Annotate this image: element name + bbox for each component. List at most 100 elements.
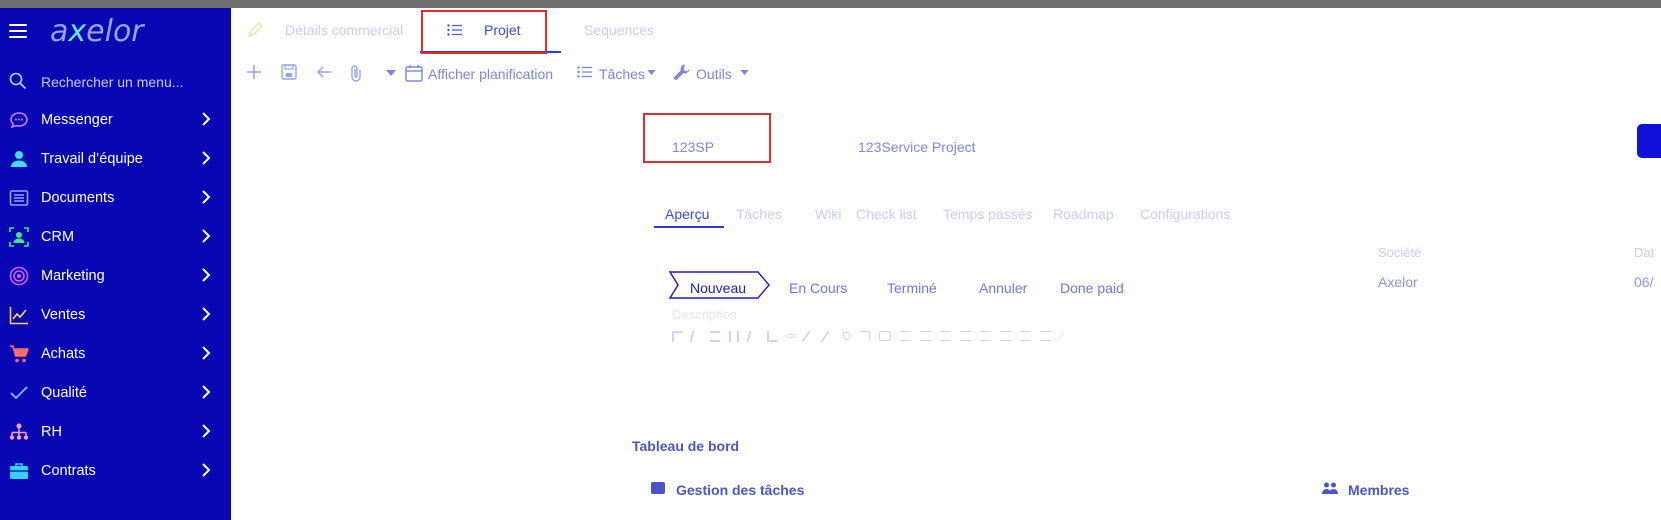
description-label: Description: [672, 307, 738, 322]
company-label: Société: [1378, 245, 1422, 260]
taches-menu-button[interactable]: Tâches: [599, 66, 645, 82]
sidebar-item-label: Ventes: [41, 307, 86, 323]
highlight-box-project-code: [643, 113, 771, 163]
subtab-configurations[interactable]: Configurations: [1140, 206, 1230, 222]
subtab-temps-passes[interactable]: Temps passés: [943, 206, 1032, 222]
external-link-icon[interactable]: [860, 331, 870, 341]
status-done-paid[interactable]: Done paid: [1060, 280, 1124, 296]
list-icon: [577, 66, 592, 78]
contact-card-icon: [9, 227, 29, 247]
chevron-right-icon: [202, 307, 211, 321]
color-drop-icon[interactable]: [843, 332, 851, 340]
hamburger-menu-icon[interactable]: [9, 24, 27, 38]
sidebar-item-label: Achats: [41, 346, 86, 362]
task-panel-icon: [651, 482, 665, 494]
sidebar-item-rh[interactable]: RH: [0, 413, 231, 449]
tab-details-commercial[interactable]: Détails commercial: [285, 22, 403, 38]
sidebar-item-label: Marketing: [41, 268, 105, 284]
chevron-right-icon: [202, 151, 211, 165]
status-termine[interactable]: Terminé: [887, 280, 937, 296]
align-right-icon[interactable]: [940, 331, 951, 341]
wrench-icon: [673, 64, 690, 80]
dashboard-title: Tableau de bord: [632, 438, 740, 454]
chevron-right-icon: [202, 463, 211, 477]
indent-icon[interactable]: [1020, 331, 1031, 341]
sidebar-item-marketing[interactable]: Marketing: [0, 257, 231, 293]
subtab-taches[interactable]: Tâches: [736, 206, 782, 222]
brush-icon[interactable]: [820, 330, 838, 342]
chevron-right-icon: [202, 346, 211, 360]
status-nouveau[interactable]: Nouveau: [690, 280, 746, 296]
shopping-cart-icon: [10, 345, 29, 363]
project-name-field[interactable]: 123Service Project: [858, 139, 976, 155]
add-icon[interactable]: [246, 64, 262, 80]
chevron-right-icon: [202, 424, 211, 438]
axelor-logo[interactable]: axelor: [50, 14, 144, 49]
camera-icon[interactable]: [879, 331, 891, 341]
checkmark-icon: [10, 386, 28, 400]
sidebar-item-crm[interactable]: CRM: [0, 218, 231, 254]
calendar-icon[interactable]: [405, 64, 423, 82]
tab-sequences[interactable]: Sequences: [584, 22, 654, 38]
italic-format-icon[interactable]: [746, 330, 760, 342]
align-center-icon[interactable]: [920, 331, 931, 341]
subtab-wiki[interactable]: Wiki: [815, 206, 841, 222]
clear-format-icon[interactable]: [1056, 330, 1074, 342]
briefcase-icon: [10, 463, 28, 479]
description-editor-toolbar: [672, 329, 1192, 343]
sidebar-item-ventes[interactable]: Ventes: [0, 296, 231, 332]
chat-bubble-icon: [10, 112, 28, 129]
sidebar-header: axelor: [0, 8, 231, 58]
sidebar-item-documents[interactable]: Documents: [0, 179, 231, 215]
document-list-icon: [9, 190, 29, 206]
members-panel-title: Membres: [1348, 482, 1410, 498]
sidebar-item-messenger[interactable]: Messenger: [0, 101, 231, 137]
highlight-box-projet-tab: [421, 10, 547, 54]
sidebar-item-label: RH: [41, 424, 62, 440]
subtab-roadmap[interactable]: Roadmap: [1053, 206, 1114, 222]
date-value[interactable]: 06/: [1634, 274, 1653, 290]
sidebar-item-contrats[interactable]: Contrats: [0, 452, 231, 488]
back-arrow-icon[interactable]: [316, 64, 332, 80]
active-subtab-underline: [654, 226, 724, 228]
main-content: Détails commercial Projet Sequences Affi…: [231, 8, 1661, 520]
status-en-cours[interactable]: En Cours: [789, 280, 847, 296]
align-left-icon[interactable]: [900, 331, 911, 341]
highlight-pen-icon[interactable]: [801, 330, 819, 342]
heading-icon[interactable]: [729, 330, 739, 342]
chevron-right-icon: [202, 385, 211, 399]
sidebar-item-label: CRM: [41, 229, 75, 245]
sidebar-item-label: Qualité: [41, 385, 87, 401]
action-button[interactable]: [1637, 124, 1661, 158]
window-top-bar: [0, 0, 1661, 8]
underline-icon[interactable]: [767, 330, 777, 342]
trend-chart-icon: [9, 307, 28, 325]
italic-icon[interactable]: [689, 330, 703, 342]
chevron-right-icon: [202, 190, 211, 204]
menu-search-placeholder[interactable]: Rechercher un menu...: [41, 74, 183, 90]
status-annuler[interactable]: Annuler: [979, 280, 1027, 296]
person-icon: [11, 151, 27, 167]
outdent-icon[interactable]: [1040, 331, 1051, 341]
subtab-apercu[interactable]: Aperçu: [665, 206, 709, 222]
sidebar-item-travail-equipe[interactable]: Travail d’équipe: [0, 140, 231, 176]
sidebar-item-qualite[interactable]: Qualité: [0, 374, 231, 410]
save-icon[interactable]: [281, 64, 297, 80]
menu-search[interactable]: Rechercher un menu...: [0, 64, 231, 96]
outils-menu-button[interactable]: Outils: [696, 66, 732, 82]
attachment-icon[interactable]: [349, 64, 363, 82]
sidebar-item-achats[interactable]: Achats: [0, 335, 231, 371]
align-justify-icon[interactable]: [960, 331, 971, 341]
link-icon[interactable]: [786, 334, 796, 338]
bullet-list-icon[interactable]: [1000, 331, 1011, 341]
sidebar: axelor Rechercher un menu... Messenger T…: [0, 8, 231, 520]
sidebar-item-label: Documents: [41, 190, 115, 206]
strikethrough-icon[interactable]: [710, 330, 720, 342]
afficher-planification-button[interactable]: Afficher planification: [428, 66, 553, 82]
subtab-check-list[interactable]: Check list: [856, 206, 917, 222]
caret-down-icon[interactable]: [386, 70, 396, 76]
ordered-list-icon[interactable]: [980, 331, 991, 341]
paragraph-icon[interactable]: [672, 330, 682, 342]
target-icon: [9, 266, 29, 286]
company-value[interactable]: Axelor: [1378, 274, 1418, 290]
